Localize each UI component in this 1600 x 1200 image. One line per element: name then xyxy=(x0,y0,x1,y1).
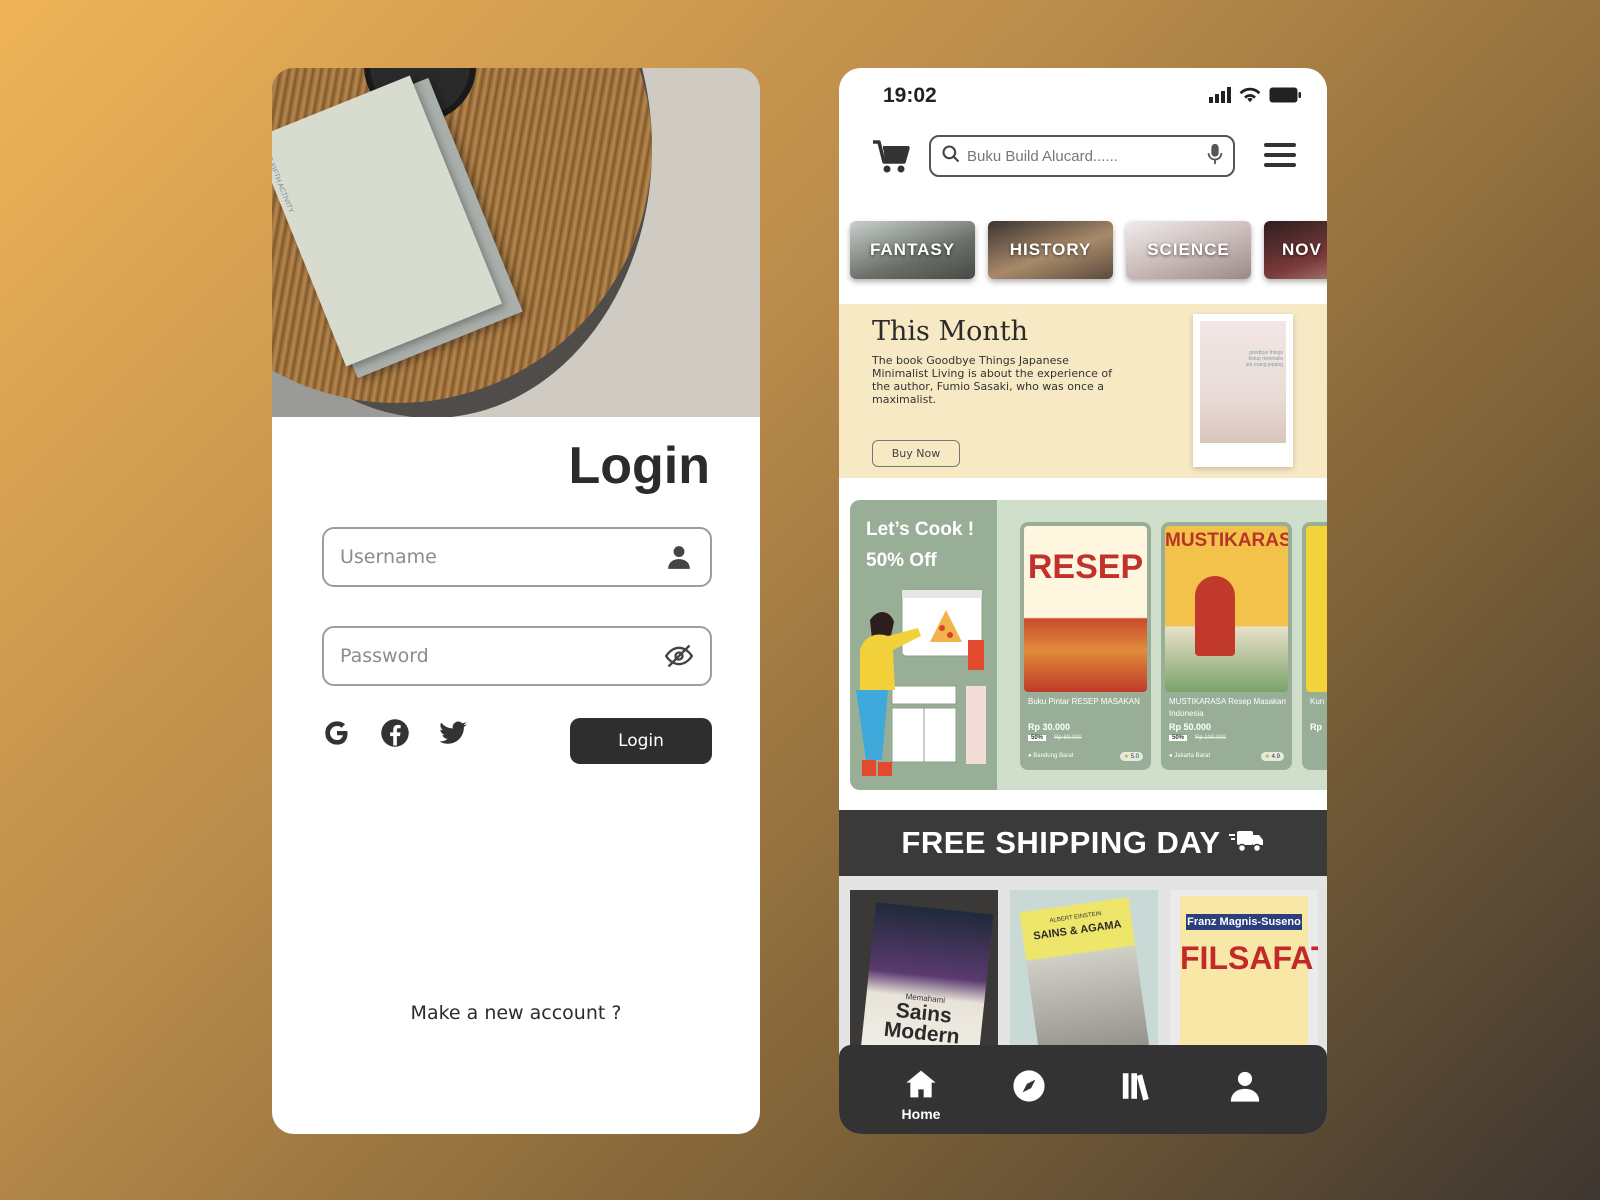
shipping-book-title: FILSAFAT xyxy=(1180,940,1318,976)
promo-cover-title: MUSTIKARASA xyxy=(1165,530,1288,551)
page-title: Login xyxy=(568,437,710,495)
nav-library[interactable] xyxy=(1107,1069,1167,1108)
home-icon xyxy=(905,1069,937,1104)
shop-screen: 19:02 FANTASY HISTORY SCIENCE NOV This M… xyxy=(839,68,1327,1134)
user-icon xyxy=(1228,1069,1262,1108)
hero-image: THE FIFTH ACTIVITY xyxy=(272,68,760,417)
eye-off-icon[interactable] xyxy=(664,641,694,671)
category-novel[interactable]: NOV xyxy=(1264,221,1327,279)
wifi-icon xyxy=(1239,86,1261,109)
cooking-illustration xyxy=(856,589,986,776)
bottom-nav: Home xyxy=(839,1045,1327,1134)
location-pin-icon: ● xyxy=(1169,753,1173,759)
promo-line-2: 50% Off xyxy=(866,550,937,571)
signal-icon xyxy=(1209,87,1231,108)
location-pin-icon: ● xyxy=(1028,753,1032,759)
delivery-truck-icon xyxy=(1228,827,1265,860)
shipping-book-subtitle: Franz Magnis-Suseno xyxy=(1186,914,1302,930)
promo-line-1: Let’s Cook ! xyxy=(866,519,975,540)
free-shipping-title: FREE SHIPPING DAY xyxy=(901,825,1221,860)
social-login xyxy=(322,718,468,748)
promo-product-card[interactable]: Kun Tra Rp xyxy=(1302,522,1327,770)
google-icon[interactable] xyxy=(322,718,352,748)
product-price: Rp 30.000 xyxy=(1028,722,1071,732)
promo-product-cover: RESEP xyxy=(1024,526,1147,692)
star-icon: ★ xyxy=(1123,754,1129,760)
menu-icon[interactable] xyxy=(1264,140,1296,170)
compass-icon xyxy=(1012,1069,1046,1108)
product-price: Rp 50.000 xyxy=(1169,722,1212,732)
search-input[interactable] xyxy=(967,147,1201,165)
password-field[interactable] xyxy=(322,626,712,686)
old-price: Rp 60.000 xyxy=(1054,735,1082,741)
cook-promo-panel: Let’s Cook ! 50% Off xyxy=(850,500,997,790)
promo-product-card[interactable]: RESEP Buku Pintar RESEP MASAKAN Rp 30.00… xyxy=(1020,522,1151,770)
star-icon: ★ xyxy=(1264,754,1270,760)
status-icons xyxy=(1209,86,1301,109)
shipping-book[interactable]: ALBERT EINSTEIN SAINS & AGAMA xyxy=(1010,890,1158,1060)
product-rating: ★ 4.9 xyxy=(1260,752,1284,761)
nav-profile[interactable] xyxy=(1215,1069,1275,1108)
this-month-cover-text: goodbye things hidup minimalis ala orang… xyxy=(1245,350,1283,368)
discount-badge: 50% xyxy=(1169,735,1188,741)
product-name: Kun Tra xyxy=(1310,697,1327,706)
category-fantasy[interactable]: FANTASY xyxy=(850,221,975,279)
discount-badge: 50% xyxy=(1028,735,1047,741)
this-month-description: The book Goodbye Things Japanese Minimal… xyxy=(872,354,1113,406)
password-input[interactable] xyxy=(340,645,664,667)
username-input[interactable] xyxy=(340,546,664,568)
cook-promo: Let’s Cook ! 50% Off RESEP Buku Pintar R… xyxy=(850,500,1327,790)
shipping-book[interactable]: Franz Magnis-Suseno FILSAFAT xyxy=(1170,890,1318,1060)
product-name: Buku Pintar RESEP MASAKAN xyxy=(1028,697,1140,706)
promo-product-cover xyxy=(1306,526,1327,692)
promo-cover-title: RESEP xyxy=(1027,548,1144,586)
promo-product-cover: MUSTIKARASA xyxy=(1165,526,1288,692)
nav-home-label: Home xyxy=(901,1106,941,1122)
twitter-icon[interactable] xyxy=(438,718,468,748)
this-month-banner: This Month The book Goodbye Things Japan… xyxy=(839,304,1327,478)
new-account-link[interactable]: Make a new account ? xyxy=(272,1002,760,1024)
library-icon xyxy=(1120,1069,1154,1108)
cart-icon[interactable] xyxy=(871,136,911,176)
search-bar[interactable] xyxy=(929,135,1235,177)
product-location: ● Bandung Barat xyxy=(1028,753,1074,759)
this-month-title: This Month xyxy=(872,316,1029,347)
login-button[interactable]: Login xyxy=(570,718,712,764)
nav-home[interactable]: Home xyxy=(891,1069,951,1122)
nav-explore[interactable] xyxy=(999,1069,1059,1108)
product-name: MUSTIKARASA Resep Masakan Indonesia xyxy=(1169,697,1286,718)
status-time: 19:02 xyxy=(883,84,937,107)
product-price: Rp xyxy=(1310,722,1322,732)
search-icon xyxy=(941,144,961,169)
battery-icon xyxy=(1269,87,1301,108)
facebook-icon[interactable] xyxy=(380,718,410,748)
old-price: Rp 100.000 xyxy=(1195,735,1227,741)
promo-product-card[interactable]: MUSTIKARASA MUSTIKARASA Resep Masakan In… xyxy=(1161,522,1292,770)
category-list: FANTASY HISTORY SCIENCE NOV xyxy=(850,221,1327,279)
username-field[interactable] xyxy=(322,527,712,587)
shipping-book[interactable]: Memahami Sains Modern xyxy=(850,890,998,1060)
category-history[interactable]: HISTORY xyxy=(988,221,1113,279)
buy-now-button[interactable]: Buy Now xyxy=(872,440,960,467)
microphone-icon[interactable] xyxy=(1207,143,1223,170)
this-month-book-cover[interactable]: goodbye things hidup minimalis ala orang… xyxy=(1193,314,1293,467)
product-rating: ★ 5.0 xyxy=(1119,752,1143,761)
product-location: ● Jakarta Barat xyxy=(1169,753,1210,759)
free-shipping-banner[interactable]: FREE SHIPPING DAY xyxy=(839,810,1327,876)
category-science[interactable]: SCIENCE xyxy=(1126,221,1251,279)
login-screen: THE FIFTH ACTIVITY Login Login Make a ne… xyxy=(272,68,760,1134)
user-icon xyxy=(664,542,694,572)
